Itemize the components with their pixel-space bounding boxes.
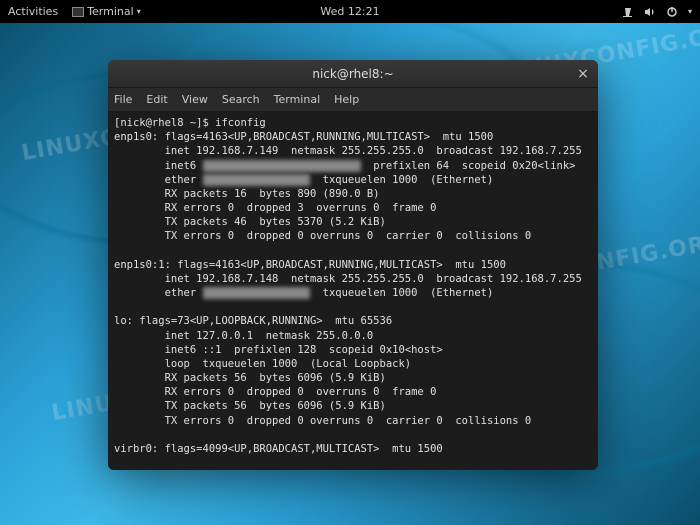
menu-terminal[interactable]: Terminal <box>274 93 321 106</box>
output-line: RX errors 0 dropped 3 overruns 0 frame 0 <box>114 202 436 214</box>
redacted-ipv6: fe80::xxxx:xxxx:xxxx:xxxx <box>203 160 361 172</box>
window-titlebar[interactable]: nick@rhel8:~ × <box>108 60 598 88</box>
menu-edit[interactable]: Edit <box>146 93 167 106</box>
clock[interactable]: Wed 12:21 <box>320 5 379 18</box>
output-line: inet6 ::1 prefixlen 128 scopeid 0x10<hos… <box>114 344 443 356</box>
terminal-output[interactable]: [nick@rhel8 ~]$ ifconfig enp1s0: flags=4… <box>108 112 598 470</box>
app-menu-terminal[interactable]: Terminal ▾ <box>72 5 141 18</box>
output-line: RX errors 0 dropped 0 overruns 0 frame 0 <box>114 386 436 398</box>
output-line: ether <box>114 174 203 186</box>
output-line: TX errors 0 dropped 0 overruns 0 carrier… <box>114 230 531 242</box>
terminal-window: nick@rhel8:~ × File Edit View Search Ter… <box>108 60 598 470</box>
activities-button[interactable]: Activities <box>8 5 58 18</box>
power-icon <box>666 6 678 18</box>
command-text: ifconfig <box>215 117 266 129</box>
redacted-mac: xx:xx:xx:xx:xx:xx <box>203 287 310 299</box>
menu-view[interactable]: View <box>182 93 208 106</box>
menu-search[interactable]: Search <box>222 93 260 106</box>
output-line: RX packets 16 bytes 890 (890.0 B) <box>114 188 380 200</box>
app-menu-label: Terminal <box>87 5 134 18</box>
chevron-down-icon: ▾ <box>137 7 141 16</box>
output-line: virbr0: flags=4099<UP,BROADCAST,MULTICAS… <box>114 443 443 455</box>
chevron-down-icon: ▾ <box>688 7 692 16</box>
output-line: RX packets 56 bytes 6096 (5.9 KiB) <box>114 372 386 384</box>
output-line: enp1s0:1: flags=4163<UP,BROADCAST,RUNNIN… <box>114 259 506 271</box>
output-line: inet 192.168.7.148 netmask 255.255.255.0… <box>114 273 582 285</box>
network-icon <box>622 6 634 18</box>
output-line: TX packets 46 bytes 5370 (5.2 KiB) <box>114 216 386 228</box>
output-line: inet 127.0.0.1 netmask 255.0.0.0 <box>114 330 373 342</box>
output-line: loop txqueuelen 1000 (Local Loopback) <box>114 358 411 370</box>
gnome-topbar: Activities Terminal ▾ Wed 12:21 ▾ <box>0 0 700 23</box>
prompt: [nick@rhel8 ~]$ <box>114 117 215 129</box>
output-line: inet 192.168.7.149 netmask 255.255.255.0… <box>114 145 582 157</box>
output-line: TX packets 56 bytes 6096 (5.9 KiB) <box>114 400 386 412</box>
output-line: enp1s0: flags=4163<UP,BROADCAST,RUNNING,… <box>114 131 493 143</box>
output-line: txqueuelen 1000 (Ethernet) <box>310 174 493 186</box>
close-button[interactable]: × <box>576 67 590 81</box>
menu-help[interactable]: Help <box>334 93 359 106</box>
volume-icon <box>644 6 656 18</box>
terminal-icon <box>72 7 84 17</box>
redacted-mac: xx:xx:xx:xx:xx:xx <box>203 174 310 186</box>
system-tray[interactable]: ▾ <box>622 6 692 18</box>
menubar: File Edit View Search Terminal Help <box>108 88 598 112</box>
window-title: nick@rhel8:~ <box>312 67 393 81</box>
output-line: prefixlen 64 scopeid 0x20<link> <box>361 160 576 172</box>
output-line: inet6 <box>114 160 203 172</box>
output-line: lo: flags=73<UP,LOOPBACK,RUNNING> mtu 65… <box>114 315 392 327</box>
output-line: txqueuelen 1000 (Ethernet) <box>310 287 493 299</box>
menu-file[interactable]: File <box>114 93 132 106</box>
output-line: TX errors 0 dropped 0 overruns 0 carrier… <box>114 415 531 427</box>
output-line: ether <box>114 287 203 299</box>
